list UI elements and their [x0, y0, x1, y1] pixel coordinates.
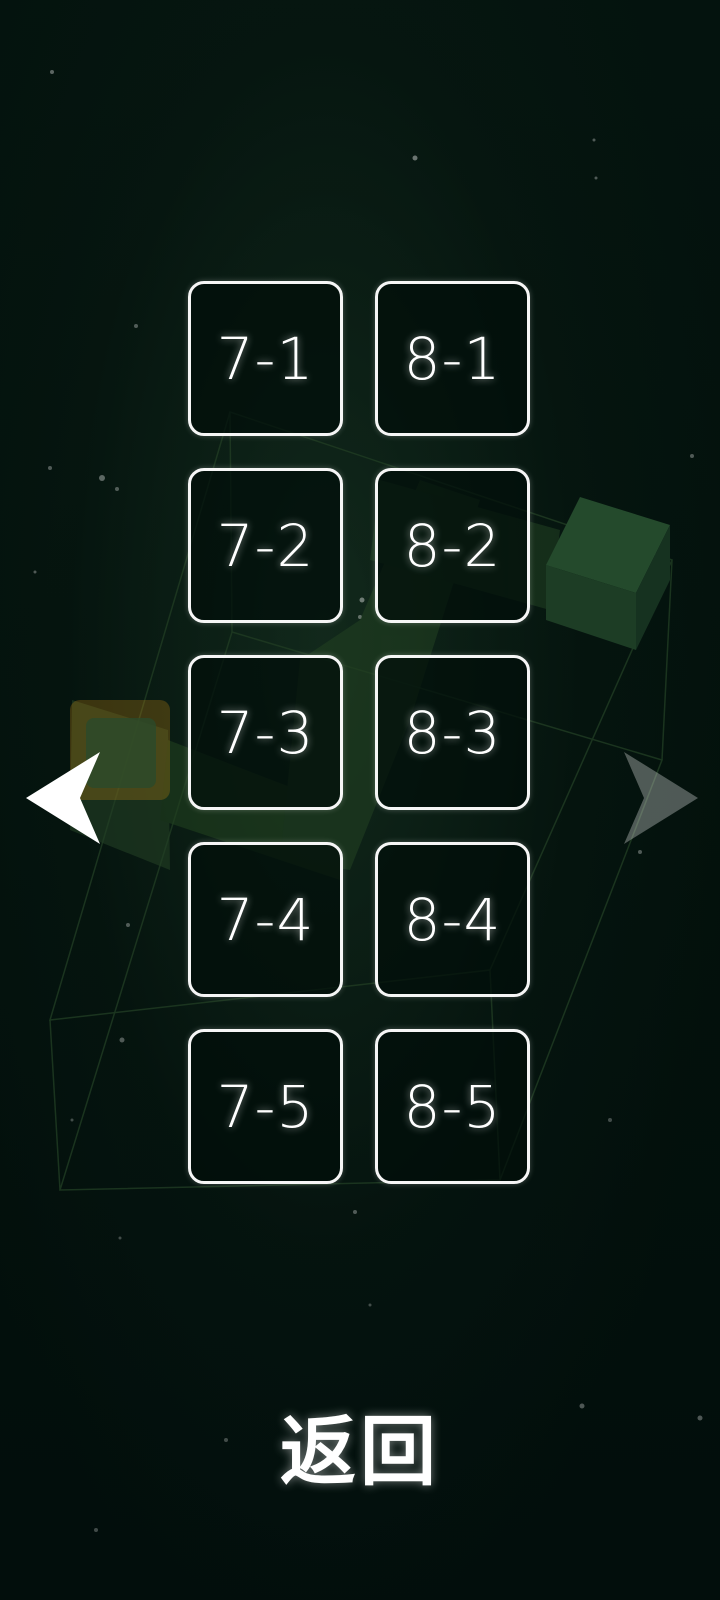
level-label: 8-1 [403, 324, 502, 393]
arrow-left-icon [26, 752, 100, 844]
level-button-8-2[interactable]: 8-2 [375, 468, 530, 623]
level-label: 8-5 [403, 1072, 502, 1141]
green-block [546, 497, 670, 650]
level-button-8-4[interactable]: 8-4 [375, 842, 530, 997]
level-button-7-5[interactable]: 7-5 [188, 1029, 343, 1184]
level-label: 7-4 [216, 885, 315, 954]
level-button-8-1[interactable]: 8-1 [375, 281, 530, 436]
back-label: 返回 [280, 1407, 440, 1496]
arrow-right-icon [624, 752, 698, 844]
prev-page-button[interactable] [22, 748, 106, 848]
level-button-7-3[interactable]: 7-3 [188, 655, 343, 810]
level-label: 7-1 [216, 324, 315, 393]
level-button-7-1[interactable]: 7-1 [188, 281, 343, 436]
level-grid: 7-1 8-1 7-2 8-2 7-3 8-3 7-4 8-4 7-5 8-5 [188, 281, 533, 1184]
level-button-7-4[interactable]: 7-4 [188, 842, 343, 997]
level-label: 8-2 [403, 511, 502, 580]
level-button-8-3[interactable]: 8-3 [375, 655, 530, 810]
level-label: 8-4 [403, 885, 502, 954]
level-button-7-2[interactable]: 7-2 [188, 468, 343, 623]
back-button[interactable]: 返回 [260, 1395, 460, 1496]
level-select-screen: 7-1 8-1 7-2 8-2 7-3 8-3 7-4 8-4 7-5 8-5 [0, 0, 720, 1600]
level-button-8-5[interactable]: 8-5 [375, 1029, 530, 1184]
level-label: 7-5 [216, 1072, 315, 1141]
level-label: 7-2 [216, 511, 315, 580]
level-label: 7-3 [216, 698, 315, 767]
next-page-button[interactable] [618, 748, 702, 848]
level-label: 8-3 [403, 698, 502, 767]
